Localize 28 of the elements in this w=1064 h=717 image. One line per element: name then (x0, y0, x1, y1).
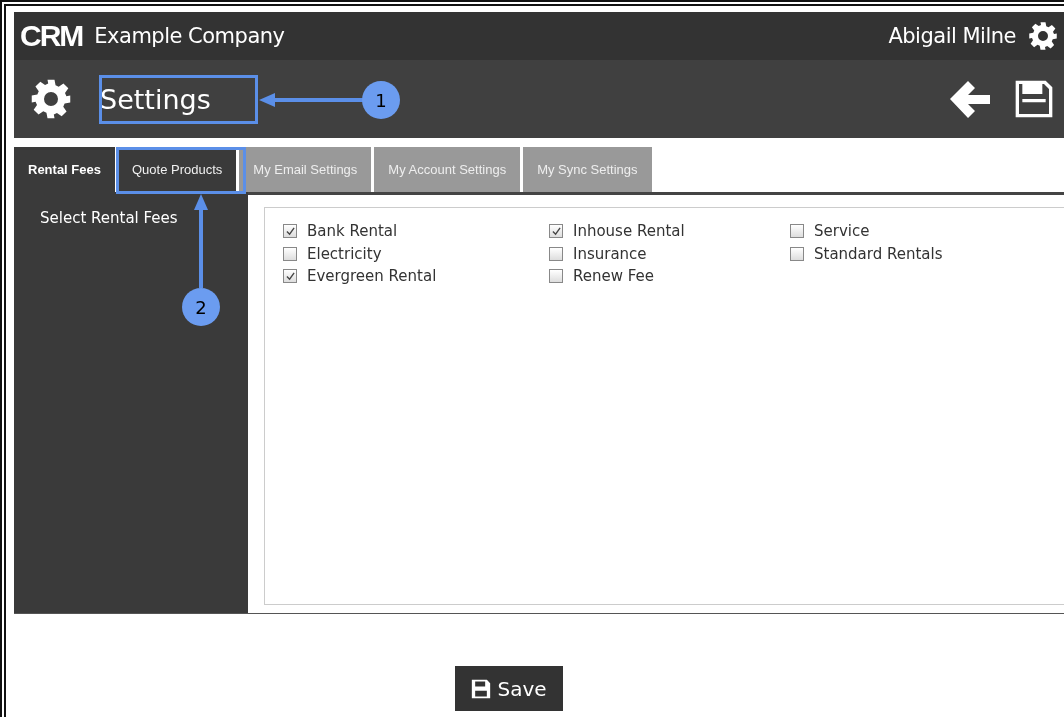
page-title: Settings (99, 83, 211, 115)
fee-label: Renew Fee (573, 267, 654, 286)
fee-label: Evergreen Rental (307, 267, 437, 286)
save-icon-button[interactable] (1014, 79, 1054, 119)
checkbox[interactable] (283, 269, 297, 284)
sidebar-heading: Select Rental Fees (40, 209, 178, 227)
checkbox[interactable] (283, 224, 297, 239)
fee-label: Service (814, 222, 870, 241)
save-icon (471, 678, 492, 699)
checkbox[interactable] (790, 246, 804, 261)
fee-label: Electricity (307, 244, 382, 263)
fee-label: Inhouse Rental (573, 222, 685, 241)
fee-label: Insurance (573, 244, 647, 263)
checkbox[interactable] (790, 224, 804, 239)
tab[interactable]: Rental Fees (14, 147, 115, 192)
checkbox[interactable] (549, 269, 563, 284)
settings-icon[interactable] (1028, 21, 1058, 51)
save-button[interactable]: Save (455, 666, 563, 711)
user-name[interactable]: Abigail Milne (888, 24, 1016, 48)
company-name: Example Company (94, 24, 286, 48)
checkbox[interactable] (549, 246, 563, 261)
settings-icon[interactable] (30, 78, 72, 120)
back-button[interactable] (948, 79, 992, 119)
checkbox[interactable] (549, 224, 563, 239)
checkbox[interactable] (283, 246, 297, 261)
fee-label: Standard Rentals (814, 244, 943, 263)
fee-label: Bank Rental (307, 222, 398, 241)
logo: CRM (20, 21, 83, 51)
